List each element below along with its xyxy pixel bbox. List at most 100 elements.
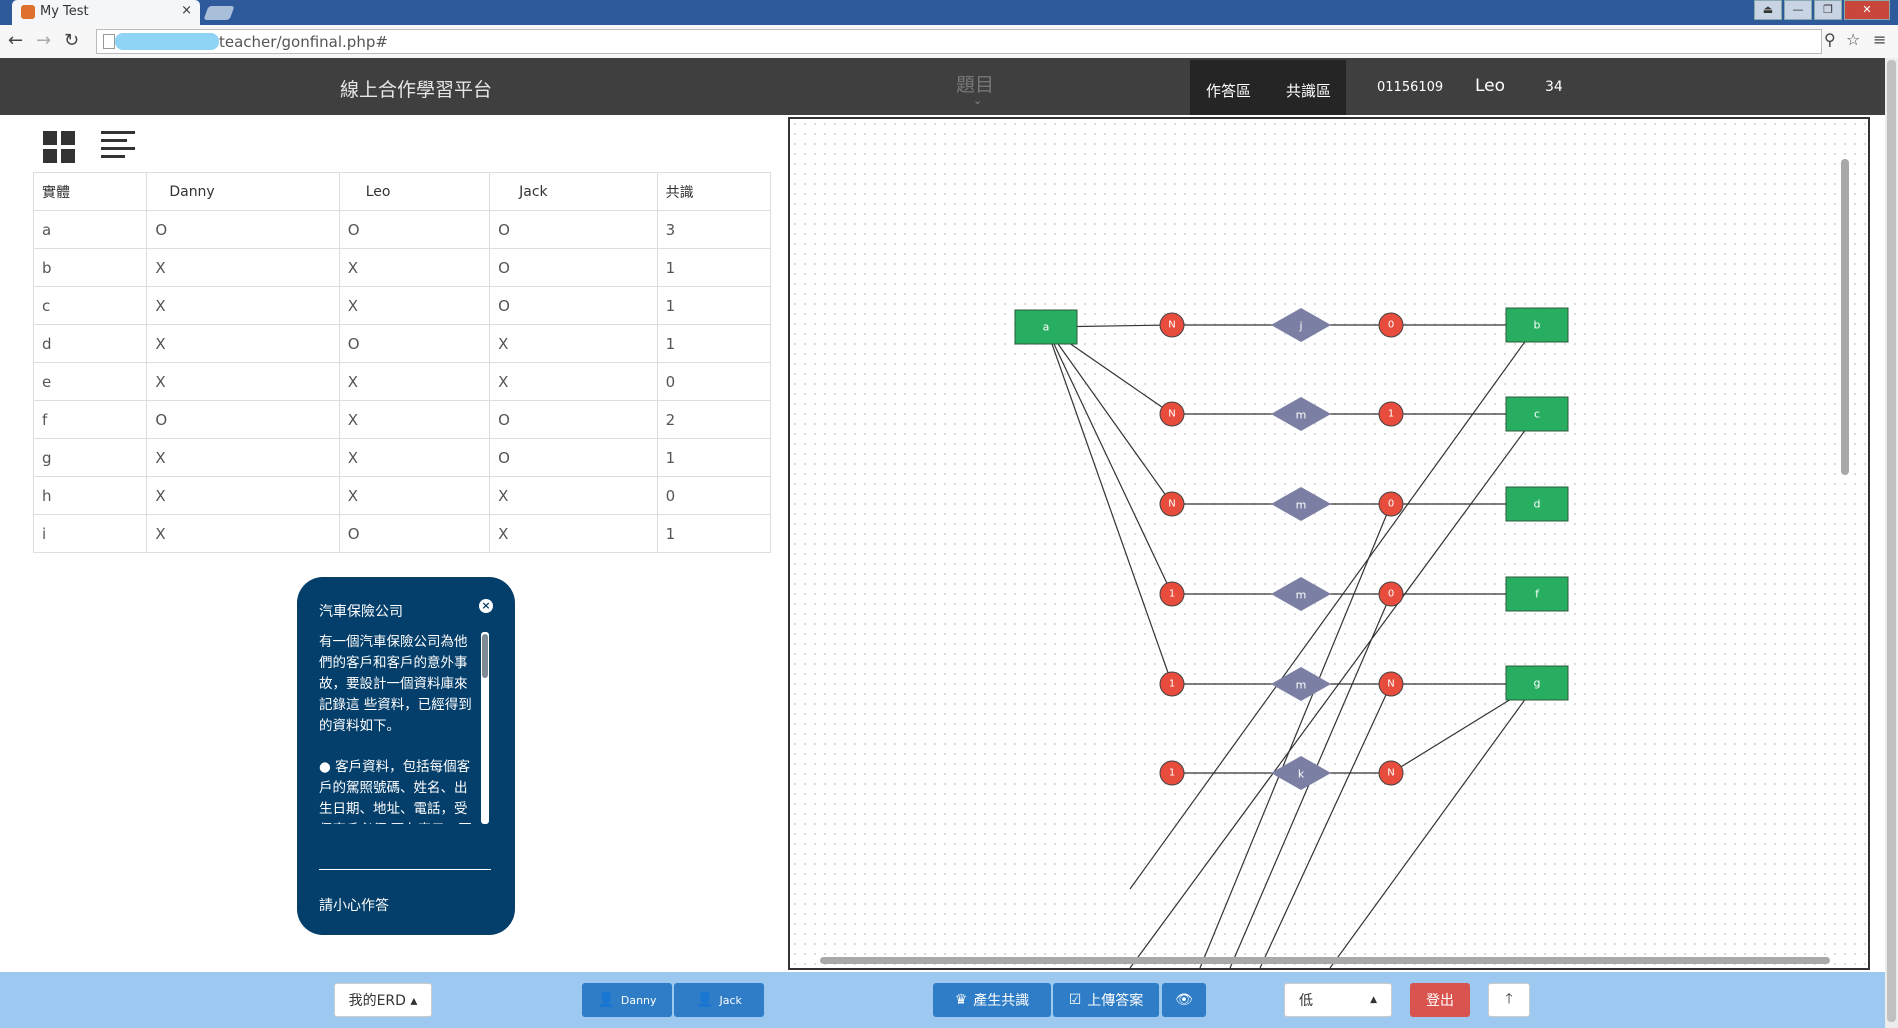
chevron-down-icon[interactable]: ⌄ [973,94,982,107]
browser-chrome: My Test × ⏏ — ❐ ✕ ← → ↻ teacher/gonfinal… [0,0,1898,59]
user-danny-button[interactable]: 👤 Danny [582,983,672,1017]
erd-connector [1199,503,1392,968]
table-cell: f [32,400,148,439]
table-cell: g [32,438,148,477]
new-tab-button[interactable] [203,6,235,20]
nav-group: 作答區 共識區 [1190,60,1346,115]
erd-connector [1045,326,1173,505]
erd-cardinality-label: 0 [1388,499,1394,510]
erd-cardinality-label: 1 [1169,768,1175,779]
table-cell: X [338,476,491,515]
popup-scrollbar-thumb[interactable] [482,634,488,678]
list-view-icon[interactable] [101,131,135,161]
table-cell: 3 [656,210,772,249]
table-row: eXXX0 [32,362,772,401]
table-row: iXOX1 [32,514,772,553]
table-row: hXXX0 [32,476,772,515]
page-scrollbar[interactable] [1885,58,1898,1028]
view-toggle [43,131,135,163]
close-icon[interactable]: × [479,599,493,613]
my-erd-label: 我的ERD ▴ [348,993,418,1009]
col-entity: 實體 [32,172,148,211]
scroll-top-button[interactable]: 🡑 [1488,983,1530,1017]
erd-cardinality-label: N [1387,768,1394,779]
level-select[interactable]: 低 ▲ [1284,983,1392,1017]
table-cell: 1 [656,324,772,363]
erd-connector [1045,326,1173,595]
table-row: fOXO2 [32,400,772,439]
table-cell: X [146,324,340,363]
erd-connector [1259,683,1392,968]
generate-consensus-button[interactable]: ♛ 產生共識 [933,983,1051,1017]
popup-footer: 請小心作答 [319,898,389,914]
my-erd-dropdown[interactable]: 我的ERD ▴ [334,983,432,1017]
page-scrollbar-thumb[interactable] [1887,60,1896,1022]
table-cell: O [489,438,658,477]
table-cell: c [32,286,148,325]
table-cell: X [146,514,340,553]
topic-toggle[interactable]: 題目 [956,70,994,97]
forward-icon[interactable]: → [36,30,51,51]
table-cell: O [489,286,658,325]
tab-close-icon[interactable]: × [181,3,192,18]
bookmark-star-icon[interactable]: ☆ [1846,30,1860,49]
canvas-hscroll[interactable] [820,957,1830,964]
table-cell: X [489,362,658,401]
table-cell: O [338,514,491,553]
user-jack-label: Jack [719,993,742,1007]
minimize-icon[interactable]: — [1784,0,1812,20]
erd-relationship-label: m [1296,679,1307,692]
table-cell: X [338,286,491,325]
table-header-row: 實體 Danny Leo Jack 共識 [32,172,772,211]
nav-work-area[interactable]: 作答區 [1206,80,1251,101]
popup-paragraph: 有一個汽車保險公司為他們的客戶和客戶的意外事故，要設計一個資料庫來記錄這 些資料… [319,634,472,734]
table-row: aOOO3 [32,210,772,249]
upload-answer-button[interactable]: ☑ 上傳答案 [1053,983,1159,1017]
erd-entity-label: b [1534,319,1541,332]
popup-scrollbar[interactable] [481,632,489,824]
back-icon[interactable]: ← [8,30,23,51]
erd-relationship-label: m [1296,499,1307,512]
table-cell: X [489,476,658,515]
erd-connector [1329,682,1538,968]
grid-view-icon[interactable] [43,131,75,163]
logout-button[interactable]: 登出 [1410,983,1470,1017]
table-cell: h [32,476,148,515]
popup-body: 有一個汽車保險公司為他們的客戶和客戶的意外事故，要設計一個資料庫來記錄這 些資料… [319,632,479,824]
erd-entity-label: d [1534,498,1541,511]
table-cell: X [489,324,658,363]
crown-icon: ♛ [954,992,968,1008]
menu-icon[interactable]: ≡ [1873,30,1886,49]
popup-title: 汽車保險公司 [319,604,403,620]
table-cell: 2 [656,400,772,439]
user-jack-button[interactable]: 👤 Jack [674,983,764,1017]
col-consensus: 共識 [656,172,772,211]
table-cell: 0 [656,476,772,515]
address-bar[interactable]: teacher/gonfinal.php# [96,29,1822,54]
erd-diagram: jmmmmkN 0N 1N 01 01 N1 Na bcdfg [1014,307,1569,968]
window-user-icon[interactable]: ⏏ [1754,0,1782,20]
tab-strip: My Test × ⏏ — ❐ ✕ [0,0,1898,25]
erd-cardinality-label: N [1168,499,1175,510]
nav-consensus-area[interactable]: 共識區 [1286,80,1331,101]
table-cell: X [338,438,491,477]
table-cell: b [32,248,148,287]
canvas-vscroll[interactable] [1841,159,1849,475]
table-cell: X [338,400,491,439]
reload-icon[interactable]: ↻ [64,30,79,51]
browser-tab[interactable]: My Test × [12,0,200,25]
tab-title: My Test [40,4,89,19]
table-cell: O [146,210,340,249]
user-icon: 👤 [696,992,714,1008]
score: 34 [1545,79,1563,95]
maximize-icon[interactable]: ❐ [1814,0,1842,20]
table-cell: X [146,286,340,325]
erd-canvas[interactable]: jmmmmkN0N1N0101N1Nabcdfg [788,117,1870,970]
window-close-icon[interactable]: ✕ [1844,0,1890,20]
zoom-icon[interactable]: ⚲ [1824,30,1836,49]
col-danny: Danny [146,172,340,211]
erd-relationship-label: k [1298,768,1305,781]
erd-cardinality-label: 1 [1169,589,1175,600]
preview-button[interactable]: 👁 [1162,983,1206,1017]
platform-title: 線上合作學習平台 [340,79,493,101]
